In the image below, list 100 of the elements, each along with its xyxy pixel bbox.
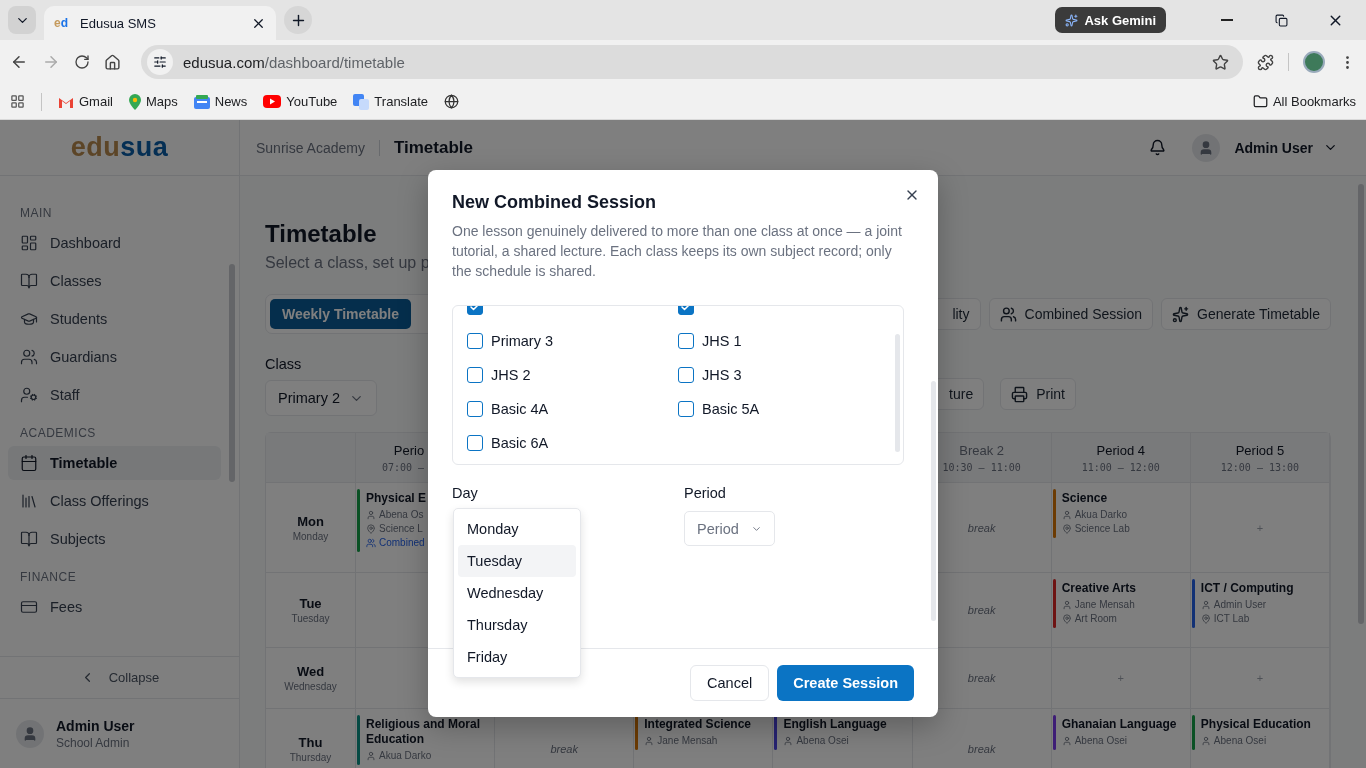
- teacher-name: Jane Mensah: [1061, 599, 1182, 610]
- day-name: Tue: [299, 596, 322, 611]
- field-label: Day: [452, 485, 479, 501]
- users-icon: [20, 348, 38, 366]
- location-icon: [1061, 523, 1072, 534]
- lesson-card[interactable]: Physical Education Abena Osei: [1194, 715, 1325, 750]
- action-button[interactable]: Generate Timetable: [1161, 298, 1331, 330]
- day-option[interactable]: Wednesday: [458, 577, 576, 609]
- checkbox[interactable]: [467, 333, 483, 349]
- period-select[interactable]: Period: [684, 511, 775, 546]
- room-name: Science Lab: [1061, 523, 1182, 534]
- view-tab[interactable]: Weekly Timetable: [270, 299, 411, 329]
- checkbox[interactable]: [678, 333, 694, 349]
- user-name: Admin User: [56, 717, 135, 734]
- location-icon: [366, 523, 376, 534]
- back-icon[interactable]: [10, 53, 28, 71]
- location-icon: [1200, 613, 1211, 624]
- lesson-card[interactable]: Ghanaian Language Abena Osei: [1055, 715, 1186, 750]
- all-bookmarks[interactable]: All Bookmarks: [1252, 94, 1356, 109]
- credit-card-icon: [20, 598, 38, 616]
- lesson-card[interactable]: Creative Arts Jane Mensah Art Room: [1055, 579, 1186, 628]
- subject-name: Physical Education: [1200, 717, 1311, 732]
- room-name: Art Room: [1061, 613, 1182, 624]
- nav-item[interactable]: Fees: [8, 590, 221, 624]
- lesson-card[interactable]: ICT / Computing Admin User ICT Lab: [1194, 579, 1325, 628]
- collapse-button[interactable]: Collapse: [0, 656, 239, 698]
- subject-name: ICT / Computing: [1200, 581, 1294, 596]
- action-button[interactable]: Combined Session: [988, 298, 1154, 330]
- class-name: JHS 1: [702, 333, 742, 349]
- day-name: Wed: [296, 664, 325, 679]
- person-icon: [366, 750, 376, 761]
- nav-item[interactable]: Staff: [8, 378, 221, 412]
- nav-item[interactable]: Dashboard: [8, 226, 221, 260]
- globe-icon[interactable]: [444, 94, 460, 109]
- nav-item[interactable]: Students: [8, 302, 221, 336]
- person-icon: [1200, 599, 1211, 610]
- reload-icon[interactable]: [74, 54, 90, 70]
- gemini-button[interactable]: Ask Gemini: [1055, 7, 1166, 33]
- class-select[interactable]: Primary 2: [265, 380, 377, 416]
- dialog-title: New Combined Session: [452, 192, 658, 213]
- sparkle-icon: [1065, 13, 1079, 27]
- day-option[interactable]: Tuesday: [458, 545, 576, 577]
- lesson-card[interactable]: English Language Abena Osei: [777, 715, 908, 750]
- checkbox[interactable]: [678, 401, 694, 417]
- folder-icon: [1252, 94, 1268, 109]
- tab-title: Edusua SMS: [80, 15, 157, 31]
- home-icon[interactable]: [104, 53, 121, 71]
- subject-name: English Language: [783, 717, 887, 732]
- site-info-button[interactable]: [147, 49, 173, 75]
- nav-item[interactable]: Class Offerings: [8, 484, 221, 518]
- bookmark[interactable]: YouTube: [263, 94, 338, 109]
- cancel-button[interactable]: Cancel: [690, 665, 770, 701]
- create-session-button[interactable]: Create Session: [777, 665, 914, 701]
- checkbox[interactable]: [467, 435, 483, 451]
- day-option[interactable]: Thursday: [458, 609, 576, 641]
- period-time: 10:30 – 11:00: [942, 461, 1021, 473]
- apps-icon[interactable]: [10, 94, 25, 109]
- address-bar[interactable]: edusua.com/dashboard/timetable: [141, 45, 1243, 79]
- day-full-name: Thursday: [289, 751, 332, 763]
- break-label: break: [967, 604, 996, 616]
- page-heading: Timetable: [265, 220, 377, 248]
- day-option[interactable]: Friday: [458, 641, 576, 673]
- room-name: ICT Lab: [1200, 613, 1321, 624]
- lesson-card[interactable]: Integrated Science Jane Mensah: [638, 715, 769, 750]
- users-icon: [366, 537, 376, 548]
- bookmark[interactable]: Gmail: [58, 94, 113, 109]
- nav-item[interactable]: Timetable: [8, 446, 221, 480]
- bookmark[interactable]: Maps: [128, 93, 178, 110]
- translate-icon: [353, 93, 370, 110]
- period-time: 11:00 – 12:00: [1081, 461, 1160, 473]
- dashboard-icon: [20, 234, 38, 252]
- user-role: School Admin: [56, 735, 131, 750]
- browser-tab[interactable]: ed Edusua SMS: [44, 6, 276, 40]
- period-name: Break 2: [959, 442, 1005, 458]
- nav-item[interactable]: Guardians: [8, 340, 221, 374]
- bookmark[interactable]: Translate: [353, 93, 429, 110]
- user-gear-icon: [20, 386, 38, 404]
- action-button[interactable]: Print: [1000, 378, 1076, 410]
- day-full-name: Monday: [292, 530, 329, 542]
- checkbox[interactable]: [678, 367, 694, 383]
- bookmark[interactable]: News: [193, 94, 248, 109]
- sliders-icon: [153, 55, 167, 69]
- lesson-card[interactable]: Religious and Moral Education Akua Darko: [360, 715, 491, 765]
- checkbox[interactable]: [467, 401, 483, 417]
- nav-item[interactable]: Subjects: [8, 522, 221, 556]
- break-label: break: [550, 742, 578, 755]
- school-name: Sunrise Academy: [256, 139, 365, 156]
- checkbox[interactable]: [467, 367, 483, 383]
- subject-name: Science: [1061, 491, 1108, 506]
- new-tab-button[interactable]: [284, 6, 312, 34]
- bell-icon[interactable]: [1149, 139, 1167, 156]
- profile-avatar[interactable]: [1303, 51, 1325, 73]
- user-menu[interactable]: Admin User: [1234, 139, 1313, 156]
- class-name: Basic 6A: [491, 435, 549, 451]
- day-option[interactable]: Monday: [458, 513, 576, 545]
- lesson-card[interactable]: Science Akua Darko Science Lab: [1055, 489, 1186, 538]
- books-icon: [20, 492, 38, 510]
- extensions-icon[interactable]: [1257, 53, 1274, 71]
- star-icon[interactable]: [1212, 53, 1229, 71]
- nav-item[interactable]: Classes: [8, 264, 221, 298]
